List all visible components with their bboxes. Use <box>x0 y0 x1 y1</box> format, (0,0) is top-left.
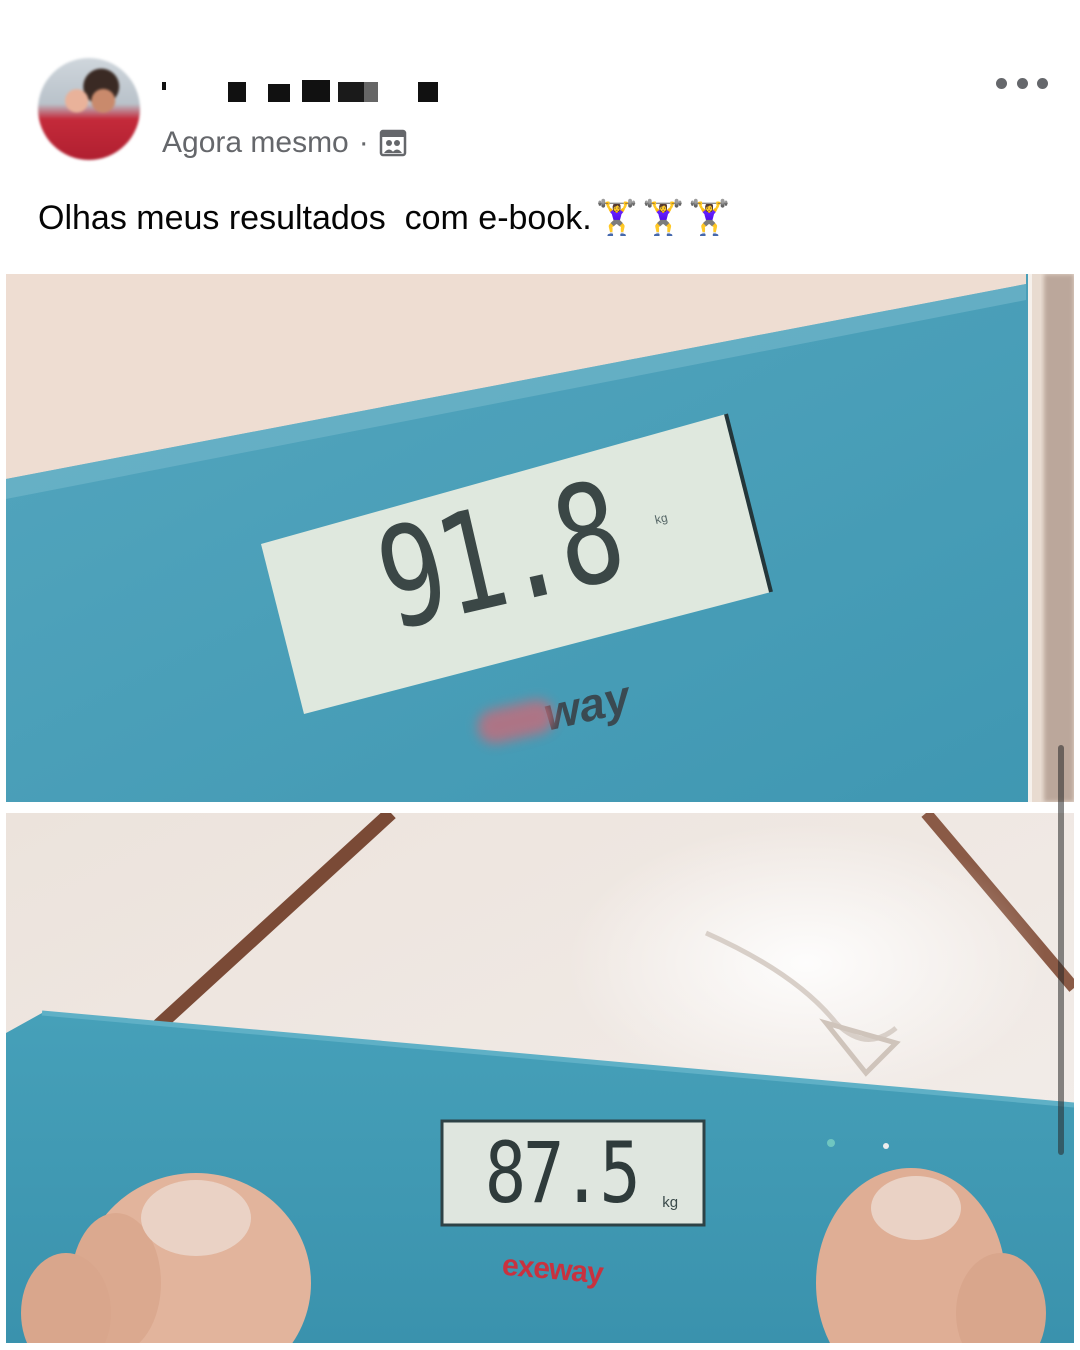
weightlifter-emoji-1: 🏋️‍♀️ <box>595 198 639 238</box>
meta-separator: · <box>358 126 369 159</box>
timestamp[interactable]: Agora mesmo <box>162 126 349 160</box>
more-dot <box>1037 77 1048 89</box>
more-options-icon <box>996 77 1007 89</box>
more-dot <box>1016 77 1028 89</box>
avatar[interactable] <box>38 58 140 160</box>
weightlifter-emoji-3: 🏋️‍♀️ <box>688 198 731 238</box>
scale-reading-after: 87.5 <box>484 1124 641 1222</box>
group-audience-icon[interactable] <box>379 129 407 157</box>
caption-text: Olhas meus resultados com e-book. <box>38 198 592 237</box>
more-options-button[interactable] <box>996 72 1048 94</box>
photo-after[interactable]: 87.5 kg exeway <box>6 813 1074 1343</box>
scale-display-after: 87.5 kg <box>446 1124 700 1222</box>
brand-logo-blur <box>474 696 558 747</box>
scrollbar-thumb[interactable] <box>1058 745 1064 1155</box>
scale-unit-after: kg <box>662 1194 679 1211</box>
photo-before[interactable]: 91.8 kg way <box>6 274 1074 802</box>
post-header: Agora mesmo · <box>0 0 1080 180</box>
post-caption: Olhas meus resultados com e-book. 🏋️‍♀️ … <box>38 198 731 238</box>
author-name-redacted[interactable] <box>162 80 438 102</box>
post-meta: Agora mesmo · <box>162 126 407 160</box>
weightlifter-emoji-2: 🏋️‍♀️ <box>642 198 685 238</box>
